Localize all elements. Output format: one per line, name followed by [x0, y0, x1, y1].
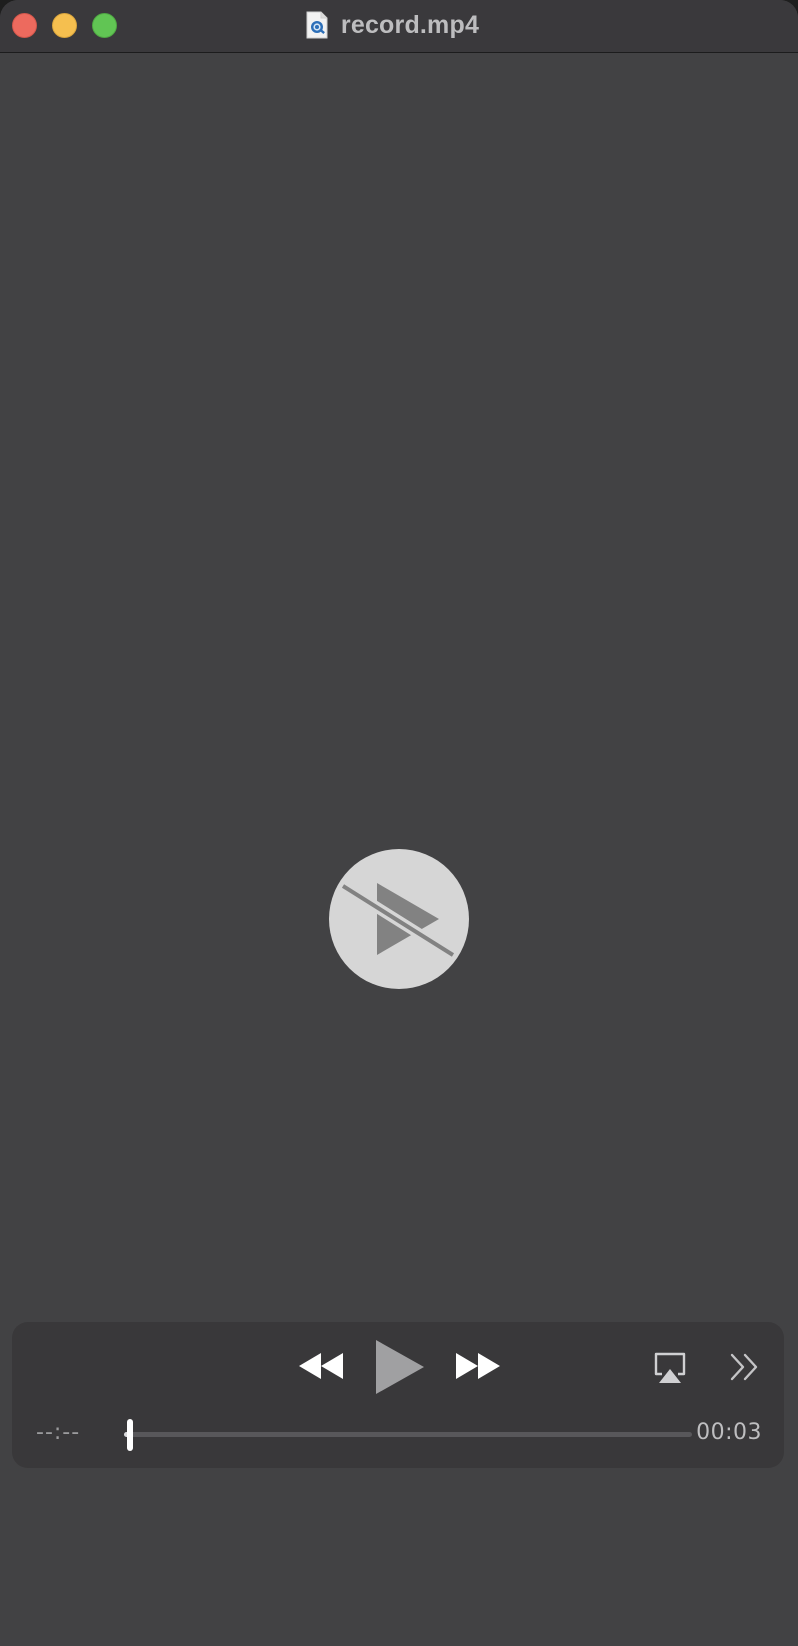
- fast-forward-icon[interactable]: [452, 1352, 502, 1380]
- rewind-icon[interactable]: [297, 1352, 347, 1380]
- window-title: record.mp4: [340, 10, 480, 39]
- timeline-scrubber[interactable]: [124, 1419, 692, 1451]
- play-icon[interactable]: [374, 1339, 426, 1395]
- total-time: 00:03: [696, 1420, 762, 1445]
- elapsed-time: --:--: [36, 1420, 81, 1445]
- more-icon[interactable]: [729, 1352, 761, 1382]
- playhead-handle[interactable]: [126, 1419, 133, 1451]
- window-title-group: record.mp4: [0, 0, 798, 50]
- play-disabled-icon: [329, 849, 469, 989]
- timeline-track[interactable]: [124, 1432, 692, 1437]
- title-bar[interactable]: record.mp4: [0, 0, 798, 53]
- airplay-icon[interactable]: [653, 1352, 687, 1384]
- player-window: record.mp4 --:-- 00:03: [0, 0, 798, 1646]
- movie-file-icon[interactable]: [305, 11, 329, 39]
- playback-controls[interactable]: --:-- 00:03: [12, 1322, 784, 1468]
